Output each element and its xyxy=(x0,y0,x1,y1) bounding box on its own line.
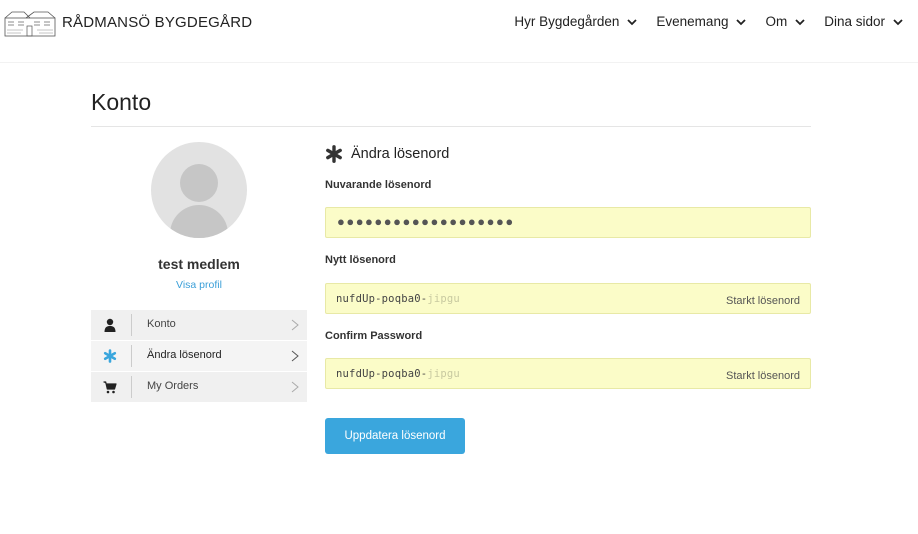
section-title: Ändra lösenord xyxy=(351,146,450,162)
nav-label: Om xyxy=(765,14,788,29)
logo-icon[interactable] xyxy=(4,10,56,38)
nav-om[interactable]: Om xyxy=(765,14,806,29)
section-header: Ändra lösenord xyxy=(325,145,449,163)
nav-hyr-bygdegarden[interactable]: Hyr Bygdegården xyxy=(514,14,638,29)
menu-item-konto[interactable]: Konto xyxy=(91,310,307,340)
nav-evenemang[interactable]: Evenemang xyxy=(656,14,747,29)
site-title[interactable]: RÅDMANSÖ BYGDEGÅRD xyxy=(62,14,252,31)
update-password-button[interactable]: Uppdatera lösenord xyxy=(325,418,465,454)
confirm-password-label: Confirm Password xyxy=(325,330,423,342)
chevron-down-icon xyxy=(627,18,638,25)
current-password-input[interactable]: ●●●●●●●●●●●●●●●●●●● xyxy=(325,207,811,238)
asterisk-icon xyxy=(326,145,342,163)
menu-item-andra-losenord[interactable]: Ändra lösenord xyxy=(91,341,307,371)
password-strength: Starkt lösenord xyxy=(726,295,800,307)
account-menu: Konto Ändra lösenord My Orders xyxy=(91,310,307,403)
nav-label: Evenemang xyxy=(656,14,729,29)
current-password-label: Nuvarande lösenord xyxy=(325,179,432,191)
confirm-password-input[interactable]: nufdUp-poqba0-jipgu Starkt lösenord xyxy=(325,358,811,389)
menu-item-label: My Orders xyxy=(147,380,199,392)
masked-password: ●●●●●●●●●●●●●●●●●●● xyxy=(337,214,515,229)
new-password-input[interactable]: nufdUp-poqba0-jipgu Starkt lösenord xyxy=(325,283,811,314)
password-strength: Starkt lösenord xyxy=(726,370,800,382)
nav-dina-sidor[interactable]: Dina sidor xyxy=(824,14,904,29)
chevron-right-icon xyxy=(291,381,299,393)
menu-item-label: Konto xyxy=(147,318,176,330)
chevron-down-icon xyxy=(893,18,903,25)
chevron-down-icon xyxy=(795,18,805,25)
new-password-label: Nytt lösenord xyxy=(325,254,396,266)
chevron-right-icon xyxy=(291,350,299,362)
site-header: RÅDMANSÖ BYGDEGÅRD Hyr Bygdegården Evene… xyxy=(0,0,918,44)
menu-item-my-orders[interactable]: My Orders xyxy=(91,372,307,402)
view-profile-link[interactable]: Visa profil xyxy=(91,279,307,291)
nav-label: Dina sidor xyxy=(824,14,885,29)
cart-icon xyxy=(103,381,117,394)
chevron-down-icon xyxy=(736,18,747,25)
password-value: nufdUp-poqba0-jipgu xyxy=(336,293,460,305)
header-divider xyxy=(0,62,918,63)
chevron-right-icon xyxy=(291,319,299,331)
avatar xyxy=(151,142,247,238)
menu-item-label: Ändra lösenord xyxy=(147,349,222,361)
asterisk-icon xyxy=(103,349,117,363)
main-nav: Hyr Bygdegården Evenemang Om Dina sidor xyxy=(496,14,904,29)
password-value: nufdUp-poqba0-jipgu xyxy=(336,368,460,380)
nav-label: Hyr Bygdegården xyxy=(514,14,620,29)
user-icon xyxy=(104,318,116,332)
title-divider xyxy=(91,126,811,127)
user-name: test medlem xyxy=(158,256,240,272)
page-title: Konto xyxy=(91,89,152,115)
